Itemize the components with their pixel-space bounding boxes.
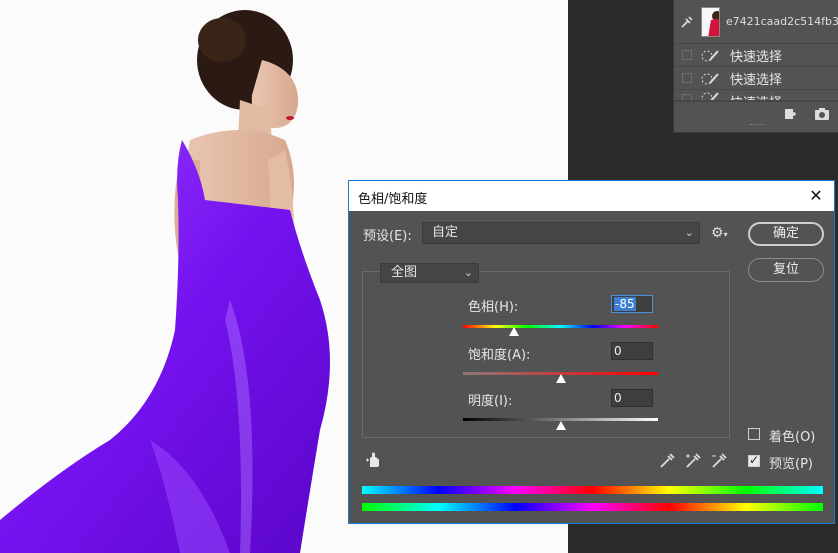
chevron-down-icon: ⌄ [463, 266, 473, 279]
colorize-label: 着色(O) [769, 430, 816, 445]
eyedropper-add-icon[interactable] [684, 452, 702, 470]
eyedropper-subtract-icon[interactable] [710, 452, 728, 470]
history-footer [674, 101, 838, 127]
preset-value: 自定 [432, 225, 459, 240]
history-item-label: 快速选择 [730, 72, 783, 88]
output-spectrum-bar [362, 503, 823, 511]
gear-icon[interactable]: ⚙▾ [711, 225, 728, 241]
saturation-input[interactable]: 0 [611, 342, 653, 360]
channel-select[interactable]: 全图 ⌄ [380, 263, 479, 283]
ok-button[interactable]: 确定 [748, 222, 824, 246]
resize-grip[interactable] [750, 124, 764, 127]
saturation-slider-thumb[interactable] [555, 374, 566, 383]
eyedropper-icon[interactable] [658, 452, 676, 470]
hue-saturation-dialog: 色相/饱和度 ✕ 预设(E): 自定 ⌄ ⚙▾ 确定 复位 色相(H): -85… [348, 180, 835, 524]
saturation-label: 饱和度(A): [468, 348, 531, 363]
history-panel: e7421caad2c514fb3 快速选择 快速选择 快速选择 [673, 0, 838, 133]
targeted-adjustment-hand-icon[interactable] [365, 451, 383, 469]
history-item[interactable]: 快速选择 [674, 90, 838, 101]
history-checkbox[interactable] [682, 94, 692, 100]
quick-selection-icon [700, 90, 722, 100]
lightness-input[interactable]: 0 [611, 389, 653, 407]
lightness-label: 明度(I): [468, 394, 513, 409]
quick-selection-icon [700, 48, 722, 62]
hue-label: 色相(H): [468, 300, 519, 315]
history-checkbox[interactable] [682, 50, 692, 60]
camera-icon[interactable] [814, 107, 830, 121]
snapshot-thumbnail [701, 6, 720, 37]
colorize-checkbox[interactable] [748, 428, 760, 440]
dialog-title: 色相/饱和度 [358, 192, 428, 207]
brush-source-icon[interactable] [680, 15, 694, 29]
dialog-titlebar[interactable]: 色相/饱和度 ✕ [349, 181, 834, 211]
channel-value: 全图 [391, 265, 418, 280]
preset-select[interactable]: 自定 ⌄ [422, 222, 700, 244]
history-checkbox[interactable] [682, 73, 692, 83]
history-item-label: 快速选择 [730, 92, 782, 100]
lightness-slider-thumb[interactable] [555, 421, 566, 430]
hue-slider-thumb[interactable] [509, 327, 520, 336]
reset-button[interactable]: 复位 [748, 258, 824, 282]
history-item[interactable]: 快速选择 [674, 44, 838, 67]
history-item[interactable]: 快速选择 [674, 67, 838, 90]
adjustment-group: 色相(H): -85 饱和度(A): 0 明度(I): 0 [362, 271, 730, 438]
chevron-down-icon: ⌄ [684, 226, 694, 239]
preset-label: 预设(E): [363, 229, 412, 244]
hue-input[interactable]: -85 [611, 295, 653, 313]
preview-checkbox[interactable] [748, 453, 760, 467]
quick-selection-icon [700, 71, 722, 85]
hue-slider-track[interactable] [463, 325, 658, 328]
preview-label: 预览(P) [769, 457, 813, 472]
close-icon[interactable]: ✕ [806, 186, 826, 206]
history-snapshot[interactable]: e7421caad2c514fb3 [674, 0, 838, 44]
input-spectrum-bar [362, 486, 823, 494]
history-item-label: 快速选择 [730, 49, 783, 65]
snapshot-name: e7421caad2c514fb3 [725, 15, 838, 28]
new-document-from-state-icon[interactable] [783, 107, 797, 121]
